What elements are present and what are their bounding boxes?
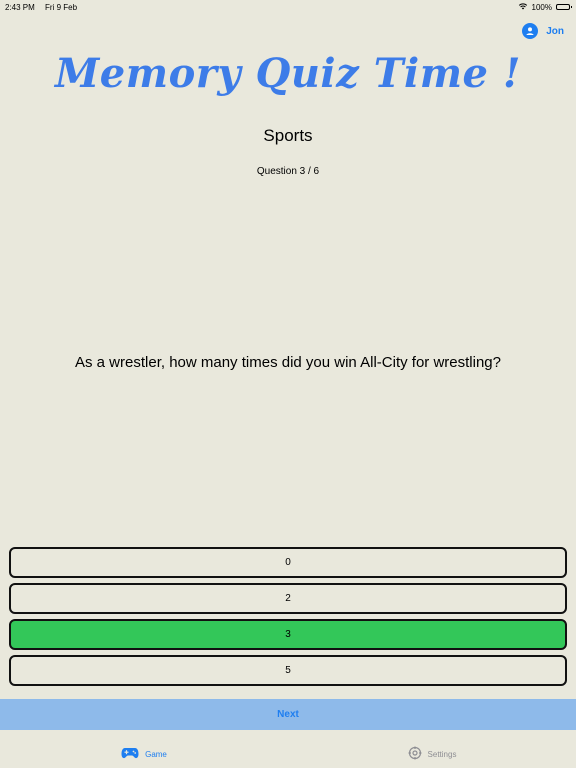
answer-list: 0 2 3 5	[9, 547, 567, 686]
app-title: Memory Quiz Time !	[55, 50, 521, 97]
category-title: Sports	[263, 126, 313, 145]
profile-button[interactable]: Jon	[522, 23, 564, 39]
battery-percent: 100%	[531, 2, 552, 12]
answer-option-5[interactable]: 5	[9, 655, 567, 686]
status-date: Fri 9 Feb	[45, 2, 78, 12]
answer-option-0[interactable]: 0	[9, 547, 567, 578]
status-right: 100%	[518, 2, 572, 12]
tab-game[interactable]: Game	[0, 740, 288, 768]
tab-settings-label: Settings	[427, 749, 457, 759]
answer-option-2[interactable]: 2	[9, 583, 567, 614]
question-text: As a wrestler, how many times did you wi…	[75, 354, 501, 371]
tab-settings[interactable]: Settings	[288, 740, 576, 768]
tab-bar: Game Settings	[0, 740, 576, 768]
answer-option-3-selected[interactable]: 3	[9, 619, 567, 650]
gear-icon	[408, 746, 422, 762]
next-button[interactable]: Next	[0, 699, 576, 730]
battery-icon	[556, 4, 572, 10]
tab-game-label: Game	[145, 749, 167, 759]
wifi-icon	[518, 2, 528, 12]
profile-name: Jon	[546, 25, 564, 37]
person-circle-icon	[522, 23, 539, 39]
gamecontroller-icon	[121, 747, 139, 761]
question-counter: Question 3 / 6	[256, 166, 320, 177]
status-bar: 2:43 PM Fri 9 Feb 100%	[0, 0, 576, 14]
status-time: 2:43 PM	[5, 2, 35, 12]
status-left: 2:43 PM Fri 9 Feb	[5, 3, 85, 12]
